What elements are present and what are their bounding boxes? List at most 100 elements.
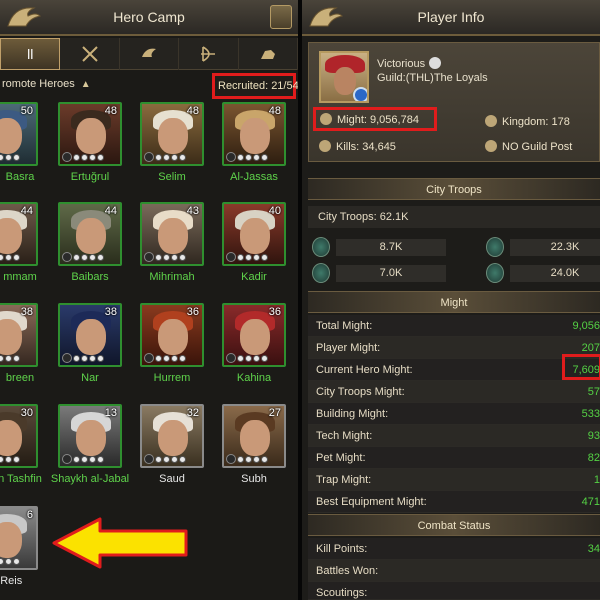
tab-archer[interactable]	[179, 38, 239, 70]
hero-camp-panel: Hero Camp ll romote Heroes ▲ Recruited: 2…	[0, 0, 298, 600]
troop-count: 8.7K	[336, 239, 446, 256]
hero-card[interactable]: 48 Al-Jassas	[222, 102, 286, 192]
hero-level: 6	[26, 509, 33, 521]
hero-name: Nar	[81, 372, 99, 384]
hero-card[interactable]: 36 Hurrem	[140, 303, 204, 393]
cavalry-icon	[260, 50, 275, 59]
hero-level: 40	[268, 205, 281, 217]
hero-card[interactable]: 13 Shaykh al-Jabal	[51, 404, 129, 494]
row-label: Total Might:	[316, 320, 373, 332]
guild-post-icon	[485, 140, 497, 152]
hero-card[interactable]: 50 Basra	[0, 102, 38, 192]
hero-name: at Reis	[0, 575, 23, 587]
infantry-icon	[312, 237, 330, 257]
troop-count: 22.3K	[510, 239, 600, 256]
hero-portrait: 36	[140, 303, 204, 367]
hero-card[interactable]: 40 Kadir	[222, 202, 286, 292]
hero-card[interactable]: 44 mmam	[0, 202, 38, 292]
hero-portrait: 48	[58, 102, 122, 166]
ranged-icon	[486, 237, 504, 257]
player-name: Victorious	[377, 58, 426, 70]
hero-level: 44	[104, 205, 117, 217]
hero-level: 43	[186, 205, 199, 217]
hero-portrait: 44	[58, 202, 122, 266]
eagle-icon	[142, 48, 157, 57]
tab-all[interactable]: ll	[0, 38, 61, 70]
hero-camp-title: Hero Camp	[113, 9, 185, 25]
row-value: 9,056	[572, 320, 600, 332]
hero-card[interactable]: 36 Kahina	[222, 303, 286, 393]
combat-row: Battles Won:	[308, 560, 600, 582]
row-value: 93	[587, 430, 600, 442]
might-row: Current Hero Might: 7,609	[308, 359, 600, 381]
hero-portrait: 38	[0, 303, 38, 367]
hero-level: 38	[20, 306, 33, 318]
chevron-up-icon: ▲	[80, 79, 91, 90]
might-row: Pet Might: 82	[308, 447, 600, 469]
hero-portrait: 36	[222, 303, 286, 367]
tab-all-label: ll	[27, 46, 34, 62]
swap-badge-icon	[353, 87, 367, 101]
siege-icon	[486, 263, 504, 283]
hero-card[interactable]: 6 at Reis	[0, 506, 38, 596]
kingdom-value: Kingdom: 178	[502, 116, 570, 128]
hero-portrait: 48	[140, 102, 204, 166]
hero-card[interactable]: 32 Saud	[140, 404, 204, 494]
might-row: Best Equipment Might: 471	[308, 491, 600, 513]
tab-infantry[interactable]	[60, 38, 120, 70]
hero-camp-titlebar: Hero Camp	[0, 0, 298, 36]
row-label: Battles Won:	[316, 565, 379, 577]
hero-name: Saud	[159, 473, 185, 485]
hero-card[interactable]: 43 Mihrimah	[140, 202, 204, 292]
hero-card[interactable]: 38 Nar	[58, 303, 122, 393]
tab-eagle[interactable]	[120, 38, 180, 70]
troop-infantry: 8.7K	[310, 236, 448, 258]
row-label: Tech Might:	[316, 430, 373, 442]
combat-row: Scoutings:	[308, 582, 600, 600]
might-row: City Troops Might: 57	[308, 381, 600, 403]
cavalry-icon	[312, 263, 330, 283]
edit-pen-icon[interactable]	[429, 57, 442, 69]
hero-might-highlight	[562, 354, 600, 380]
tab-cavalry[interactable]	[239, 38, 298, 70]
hero-portrait: 27	[222, 404, 286, 468]
castle-button[interactable]	[270, 5, 292, 29]
avatar[interactable]	[319, 51, 369, 103]
city-troops-total: City Troops: 62.1K	[308, 206, 600, 228]
guild-post-stat: NO Guild Post	[485, 140, 572, 153]
hero-name: Mihrimah	[149, 271, 195, 283]
hero-card[interactable]: 48 Ertuğrul	[58, 102, 122, 192]
combat-status-header: Combat Status	[308, 514, 600, 536]
player-name-row: Victorious	[377, 57, 442, 70]
hero-portrait: 32	[140, 404, 204, 468]
hero-portrait: 38	[58, 303, 122, 367]
hero-card[interactable]: 27 Subh	[222, 404, 286, 494]
hero-card[interactable]: 38 breen	[0, 303, 38, 393]
hero-name: Hurrem	[153, 372, 191, 384]
troop-siege: 24.0K	[484, 262, 600, 284]
hero-level: 27	[268, 407, 281, 419]
might-stat: Might: 9,056,784	[313, 107, 437, 131]
swords-icon	[81, 46, 98, 62]
hero-level: 50	[20, 105, 33, 117]
hero-filter-tabs: ll	[0, 38, 298, 70]
hero-level: 36	[186, 306, 199, 318]
hero-portrait: 40	[222, 202, 286, 266]
hero-card[interactable]: 30 n Tashfin	[0, 404, 42, 494]
promote-heroes-label: romote Heroes	[2, 78, 75, 90]
row-value: 82	[587, 452, 600, 464]
city-troops-header: City Troops	[308, 178, 600, 200]
hero-portrait: 43	[140, 202, 204, 266]
promote-heroes-toggle[interactable]: romote Heroes ▲	[0, 74, 150, 96]
hero-level: 38	[104, 306, 117, 318]
might-icon	[320, 113, 332, 125]
might-row: Trap Might: 1	[308, 469, 600, 491]
hero-card[interactable]: 44 Baibars	[58, 202, 122, 292]
player-profile-card: Victorious Guild:(THL)The Loyals Might: …	[308, 42, 600, 162]
might-header: Might	[308, 291, 600, 313]
hero-card[interactable]: 48 Selim	[140, 102, 204, 192]
troop-ranged: 22.3K	[484, 236, 600, 258]
player-info-panel: Player Info Victorious Guild:(THL)The Lo…	[302, 0, 600, 600]
kills-value: Kills: 34,645	[336, 141, 396, 153]
bow-icon	[201, 46, 216, 62]
